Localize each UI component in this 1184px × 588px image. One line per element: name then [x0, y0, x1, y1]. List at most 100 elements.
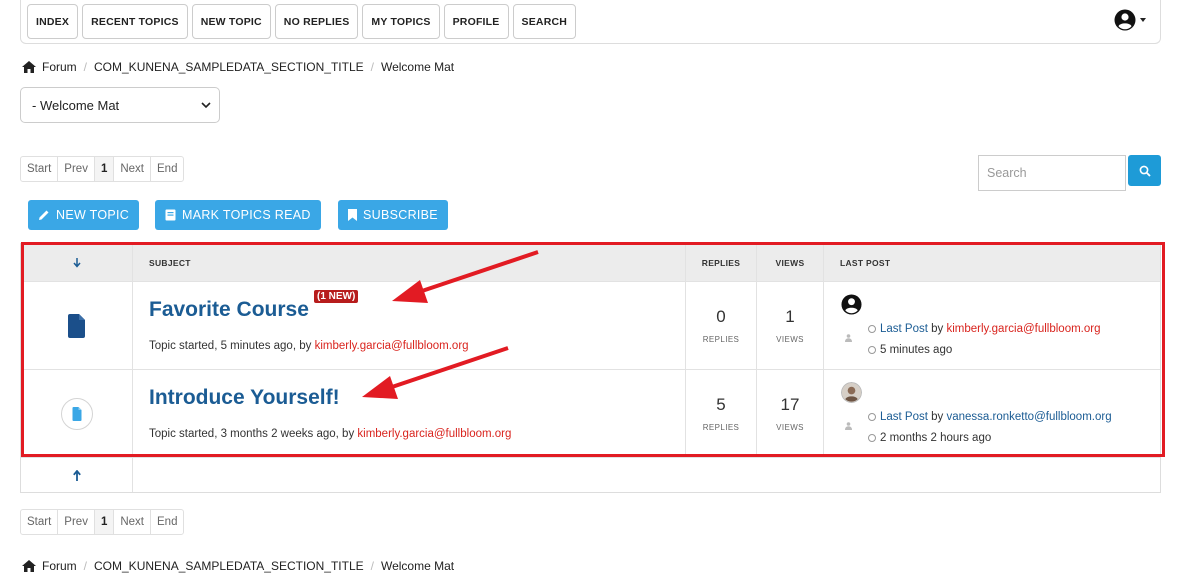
views-cell: 17 VIEWS: [757, 370, 824, 457]
replies-label: REPLIES: [702, 423, 740, 432]
breadcrumb-separator: /: [83, 559, 88, 573]
pagination-next[interactable]: Next: [113, 156, 152, 182]
caret-down-icon: [1140, 18, 1146, 22]
pagination-prev[interactable]: Prev: [57, 509, 95, 535]
replies-cell: 5 REPLIES: [686, 370, 757, 457]
topic-icon-cell: [21, 282, 133, 369]
clock-icon: [868, 346, 876, 354]
subscribe-button[interactable]: SUBSCRIBE: [338, 200, 448, 230]
nav-recent-topics-button[interactable]: RECENT TOPICS: [82, 4, 188, 39]
topic-title-link[interactable]: Introduce Yourself!: [149, 386, 340, 410]
topic-title-link[interactable]: Favorite Course: [149, 298, 309, 322]
new-topic-button[interactable]: NEW TOPIC: [28, 200, 140, 230]
nav-profile-button[interactable]: PROFILE: [443, 4, 509, 39]
avatar[interactable]: [841, 294, 862, 315]
replies-count: 0: [716, 307, 726, 326]
last-post-link[interactable]: Last Post: [880, 323, 928, 335]
topic-icon-cell: [21, 370, 133, 457]
nav-my-topics-button[interactable]: MY TOPICS: [362, 4, 440, 39]
top-navbar: INDEX RECENT TOPICS NEW TOPIC NO REPLIES…: [20, 0, 1161, 44]
subscribe-label: SUBSCRIBE: [363, 208, 438, 222]
last-post-user-link[interactable]: kimberly.garcia@fullbloom.org: [947, 323, 1101, 335]
breadcrumb: Forum / COM_KUNENA_SAMPLEDATA_SECTION_TI…: [22, 60, 454, 74]
category-select[interactable]: - Welcome Mat: [20, 87, 220, 123]
topic-meta: Topic started, 5 minutes ago, by kimberl…: [149, 340, 469, 352]
nav-index-button[interactable]: INDEX: [27, 4, 79, 39]
last-post-cell: Last Post by vanessa.ronketto@fullbloom.…: [824, 370, 1160, 457]
user-menu-toggle[interactable]: [1114, 9, 1146, 31]
scroll-top-cell[interactable]: [21, 458, 133, 492]
last-post-by-text: by: [927, 323, 947, 335]
nav-menu: INDEX RECENT TOPICS NEW TOPIC NO REPLIES…: [27, 4, 577, 39]
breadcrumb-bottom: Forum / COM_KUNENA_SAMPLEDATA_SECTION_TI…: [22, 559, 454, 573]
last-post-time-line: 5 minutes ago: [868, 344, 952, 356]
pagination-prev[interactable]: Prev: [57, 156, 95, 182]
views-label: VIEWS: [776, 423, 804, 432]
pagination-end[interactable]: End: [150, 509, 185, 535]
pagination-page[interactable]: 1: [93, 156, 115, 182]
pagination-end[interactable]: End: [150, 156, 185, 182]
breadcrumb-separator: /: [370, 60, 374, 74]
header-last-post: LAST POST: [840, 257, 891, 268]
pagination-start[interactable]: Start: [20, 156, 59, 182]
topics-table: SUBJECT REPLIES VIEWS LAST POST Favorite…: [20, 243, 1161, 493]
footer-spacer: [133, 458, 1160, 492]
last-post-line: Last Post by kimberly.garcia@fullbloom.o…: [868, 323, 1101, 335]
home-icon: [22, 560, 36, 572]
clock-icon: [868, 434, 876, 442]
topic-author-link[interactable]: kimberly.garcia@fullbloom.org: [357, 428, 511, 440]
breadcrumb-current: Welcome Mat: [380, 559, 455, 573]
bookmark-icon: [348, 209, 357, 221]
book-icon: [165, 209, 176, 221]
pagination-page[interactable]: 1: [93, 509, 115, 535]
last-post-cell: Last Post by kimberly.garcia@fullbloom.o…: [824, 282, 1160, 369]
nav-new-topic-button[interactable]: NEW TOPIC: [191, 4, 271, 39]
table-row: Favorite Course (1 NEW) Topic started, 5…: [21, 282, 1160, 370]
breadcrumb-forum-link[interactable]: Forum: [42, 559, 77, 573]
nav-no-replies-button[interactable]: NO REPLIES: [274, 4, 359, 39]
last-post-time: 5 minutes ago: [880, 344, 953, 356]
mark-topics-read-button[interactable]: MARK TOPICS READ: [155, 200, 321, 230]
table-footer: [21, 458, 1160, 492]
breadcrumb-forum-link[interactable]: Forum: [42, 60, 77, 74]
breadcrumb-separator: /: [83, 60, 88, 74]
search-icon: [1139, 165, 1151, 177]
last-post-user-link[interactable]: vanessa.ronketto@fullbloom.org: [947, 411, 1112, 423]
avatar[interactable]: [841, 382, 862, 403]
pagination-bottom: Start Prev 1 Next End: [20, 509, 185, 535]
category-select-value: - Welcome Mat: [32, 97, 120, 113]
home-icon: [22, 61, 36, 73]
document-circle-icon: [60, 397, 93, 430]
topic-subject-cell: Introduce Yourself! Topic started, 3 mon…: [133, 370, 686, 457]
user-circle-icon: [1114, 9, 1136, 31]
clock-icon: [868, 413, 876, 421]
breadcrumb-section-link[interactable]: COM_KUNENA_SAMPLEDATA_SECTION_TITLE: [94, 60, 364, 74]
header-subject: SUBJECT: [133, 244, 686, 281]
header-views: VIEWS: [757, 244, 824, 281]
last-post-by-text: by: [927, 411, 947, 423]
mark-topics-read-label: MARK TOPICS READ: [182, 208, 311, 222]
breadcrumb-section-link[interactable]: COM_KUNENA_SAMPLEDATA_SECTION_TITLE: [94, 559, 364, 573]
replies-label: REPLIES: [702, 335, 740, 344]
table-row: Introduce Yourself! Topic started, 3 mon…: [21, 370, 1160, 458]
last-post-link[interactable]: Last Post: [880, 411, 928, 423]
topic-author-link[interactable]: kimberly.garcia@fullbloom.org: [315, 340, 469, 352]
chevron-down-icon: [201, 102, 211, 109]
pagination-next[interactable]: Next: [113, 509, 152, 535]
user-icon: [845, 422, 852, 430]
clock-icon: [868, 325, 876, 333]
sort-column[interactable]: [21, 244, 133, 281]
pagination-start[interactable]: Start: [20, 509, 59, 535]
pencil-icon: [39, 210, 49, 220]
views-count: 1: [785, 307, 795, 326]
table-header: SUBJECT REPLIES VIEWS LAST POST: [21, 244, 1160, 282]
search-submit-button[interactable]: [1128, 155, 1161, 186]
arrow-up-icon: [72, 469, 81, 481]
views-cell: 1 VIEWS: [757, 282, 824, 369]
new-topic-label: NEW TOPIC: [56, 208, 130, 222]
last-post-time: 2 months 2 hours ago: [880, 432, 992, 444]
views-count: 17: [780, 395, 800, 414]
replies-cell: 0 REPLIES: [686, 282, 757, 369]
search-input[interactable]: Search: [978, 155, 1126, 191]
nav-search-button[interactable]: SEARCH: [512, 4, 577, 39]
